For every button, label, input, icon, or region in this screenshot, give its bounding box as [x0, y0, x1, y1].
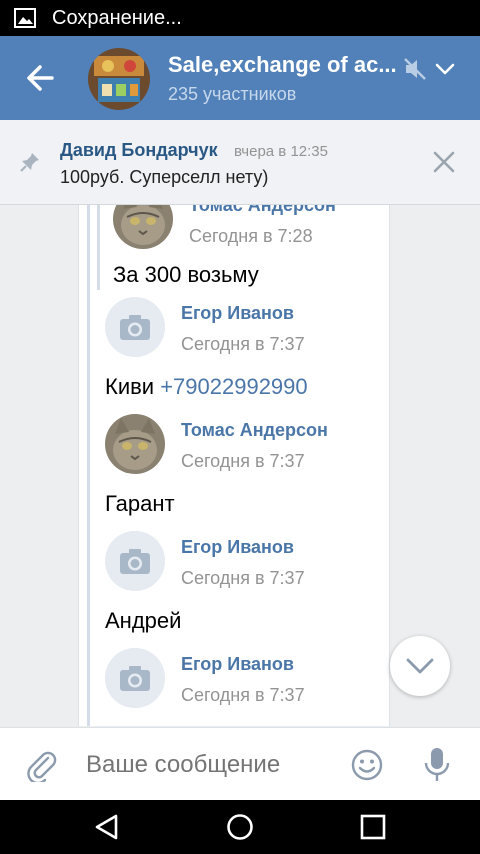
- back-arrow-icon[interactable]: [22, 60, 62, 96]
- message-input[interactable]: [86, 751, 336, 779]
- emoji-icon[interactable]: [350, 748, 384, 782]
- chat-avatar[interactable]: [88, 48, 150, 110]
- close-icon[interactable]: [430, 148, 458, 176]
- message-text: Киви +79022992990: [105, 374, 308, 400]
- camera-icon: [105, 531, 165, 591]
- system-navigation-bar: [0, 800, 480, 854]
- recents-square-icon[interactable]: [358, 812, 388, 842]
- pinned-message[interactable]: Давид Бондарчук вчера в 12:35 100руб. Су…: [0, 120, 480, 205]
- back-triangle-icon[interactable]: [92, 812, 122, 842]
- chevron-down-icon: [406, 658, 434, 674]
- camera-icon: [105, 648, 165, 708]
- avatar[interactable]: [105, 648, 165, 708]
- status-text: Сохранение...: [52, 7, 182, 29]
- quote-line: [87, 205, 90, 726]
- chat-title[interactable]: Sale,exchange of ac...: [168, 52, 398, 78]
- message-thread: Томас Андерсон Сегодня в 7:28 За 300 воз…: [78, 205, 390, 726]
- author-name[interactable]: Егор Иванов: [181, 537, 294, 558]
- message-text: За 300 возьму: [113, 262, 259, 287]
- microphone-icon[interactable]: [422, 746, 452, 784]
- chevron-down-icon[interactable]: [432, 56, 458, 82]
- author-name[interactable]: Егор Иванов: [181, 654, 294, 675]
- message-time: Сегодня в 7:37: [181, 568, 305, 588]
- mute-icon[interactable]: [402, 56, 428, 82]
- camera-icon: [105, 297, 165, 357]
- attach-icon[interactable]: [26, 748, 58, 782]
- message-text-plain: Киви: [105, 374, 161, 399]
- home-circle-icon[interactable]: [225, 812, 255, 842]
- avatar[interactable]: [113, 205, 173, 249]
- message-time: Сегодня в 7:37: [181, 334, 305, 354]
- quote-line-nested: [97, 205, 100, 290]
- chat-header: Sale,exchange of ac... 235 участников: [0, 36, 480, 120]
- avatar[interactable]: [105, 414, 165, 474]
- avatar[interactable]: [105, 297, 165, 357]
- message-time: Сегодня в 7:37: [181, 685, 305, 705]
- pinned-author: Давид Бондарчук: [60, 140, 218, 160]
- author-name[interactable]: Томас Андерсон: [189, 205, 336, 216]
- message-composer: [0, 727, 480, 801]
- pinned-time: вчера в 12:35: [234, 143, 328, 160]
- author-name[interactable]: Томас Андерсон: [181, 420, 328, 441]
- pinned-text: 100руб. Суперселл нету): [60, 167, 269, 187]
- scroll-down-button[interactable]: [390, 636, 450, 696]
- members-count: 235 участников: [168, 84, 297, 104]
- pin-icon: [20, 153, 39, 172]
- image-icon: [14, 8, 36, 28]
- message-time: Сегодня в 7:28: [189, 226, 313, 246]
- status-bar: Сохранение...: [0, 0, 480, 36]
- author-name[interactable]: Егор Иванов: [181, 303, 294, 324]
- message-text: Гарант: [105, 491, 175, 516]
- phone-link[interactable]: +79022992990: [160, 374, 307, 399]
- message-text: Андрей: [105, 608, 182, 633]
- message-time: Сегодня в 7:37: [181, 451, 305, 471]
- avatar[interactable]: [105, 531, 165, 591]
